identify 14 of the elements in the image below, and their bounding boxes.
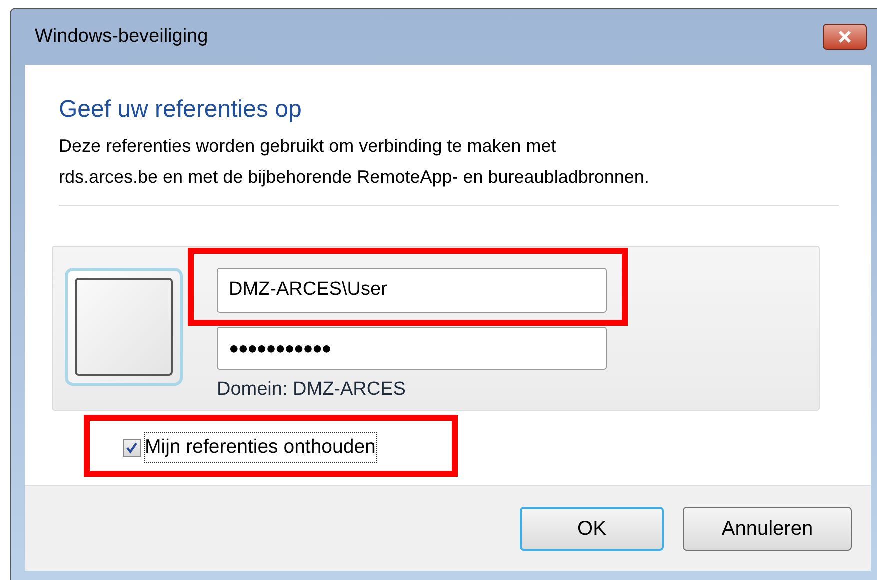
close-button[interactable] xyxy=(823,24,867,50)
close-icon xyxy=(837,30,853,44)
ok-button[interactable]: OK xyxy=(520,506,664,550)
cancel-button[interactable]: Annuleren xyxy=(683,506,852,550)
password-field[interactable]: ●●●●●●●●●●● xyxy=(217,327,607,370)
remember-checkbox[interactable] xyxy=(123,438,141,457)
remember-label[interactable]: Mijn referenties onthouden xyxy=(145,433,376,462)
dialog-heading: Geef uw referenties op xyxy=(59,95,303,125)
domain-label: Domein: DMZ-ARCES xyxy=(217,378,407,402)
checkmark-icon xyxy=(126,442,138,454)
description-text: Deze referenties worden gebruikt om verbinding te maken met rds.arces.be en met de bijbehorende RemoteApp- en bureaubladbronnen. xyxy=(59,135,650,189)
username-field[interactable]: DMZ-ARCES\User xyxy=(217,268,607,313)
user-tile-icon xyxy=(65,268,183,386)
window-title: Windows-beveiliging xyxy=(34,24,208,49)
